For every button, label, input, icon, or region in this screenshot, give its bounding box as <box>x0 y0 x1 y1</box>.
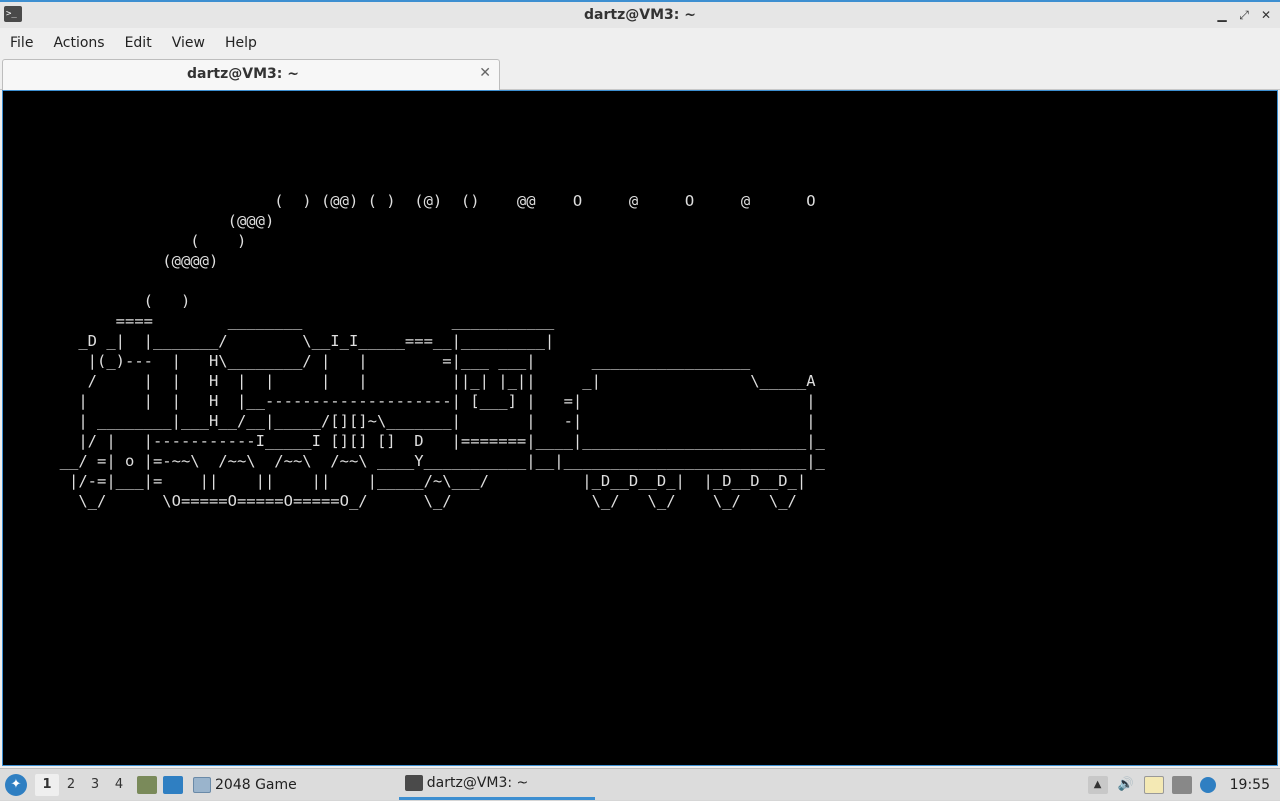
terminal-area[interactable]: ( ) (@@) ( ) (@) () @@ O @ O @ O (@@@) (… <box>2 90 1278 766</box>
notification-icon[interactable] <box>1199 777 1216 793</box>
minimize-icon[interactable]: ▁ <box>1214 6 1230 24</box>
menu-edit[interactable]: Edit <box>119 31 158 55</box>
desktop-1[interactable]: 1 <box>35 773 59 796</box>
window-controls: ▁ ⤢ ✕ <box>1214 6 1274 24</box>
task-2048-game[interactable]: 2048 Game <box>187 770 303 800</box>
terminal-app-icon[interactable]: >_ <box>4 6 22 22</box>
window-title: dartz@VM3: ~ <box>584 7 696 23</box>
terminal-output: ( ) (@@) ( ) (@) () @@ O @ O @ O (@@@) (… <box>59 192 825 510</box>
tab-label: dartz@VM3: ~ <box>187 66 299 82</box>
menu-help[interactable]: Help <box>219 31 263 55</box>
task-label: 2048 Game <box>215 776 297 793</box>
tab-close-icon[interactable]: ✕ <box>479 65 491 81</box>
desktop-2[interactable]: 2 <box>59 777 83 792</box>
file-manager-icon[interactable] <box>137 775 157 794</box>
task-label: dartz@VM3: ~ <box>426 775 529 791</box>
start-menu-icon[interactable]: ✦ <box>5 773 27 796</box>
window-icon <box>193 776 211 793</box>
tab-bar: dartz@VM3: ~ ✕ <box>0 57 1280 90</box>
menu-view[interactable]: View <box>166 31 211 55</box>
volume-icon[interactable]: 🔊 <box>1116 776 1136 794</box>
menu-file[interactable]: File <box>4 31 39 55</box>
tray-expand-icon[interactable]: ▲ <box>1087 776 1108 794</box>
taskbar: ✦ 1 2 3 4 2048 Game dartz@VM3: ~ ▲ 🔊 19:… <box>0 768 1280 800</box>
network-icon[interactable] <box>1171 776 1192 794</box>
close-icon[interactable]: ✕ <box>1258 6 1274 24</box>
tab-terminal[interactable]: dartz@VM3: ~ ✕ <box>2 59 500 90</box>
clock[interactable]: 19:55 <box>1230 777 1270 793</box>
show-desktop-icon[interactable] <box>163 775 183 794</box>
desktop-4[interactable]: 4 <box>107 777 131 792</box>
system-tray: ▲ 🔊 19:55 <box>1087 769 1280 801</box>
clipboard-icon[interactable] <box>1143 776 1164 794</box>
task-terminal[interactable]: dartz@VM3: ~ <box>398 770 595 800</box>
terminal-icon <box>404 775 423 791</box>
desktop-3[interactable]: 3 <box>83 777 107 792</box>
menu-actions[interactable]: Actions <box>47 31 110 55</box>
menu-bar: File Actions Edit View Help <box>0 28 1280 57</box>
terminal-window: >_ dartz@VM3: ~ ▁ ⤢ ✕ File Actions Edit … <box>0 0 1280 768</box>
title-bar[interactable]: >_ dartz@VM3: ~ ▁ ⤢ ✕ <box>0 0 1280 28</box>
maximize-icon[interactable]: ⤢ <box>1236 6 1252 24</box>
